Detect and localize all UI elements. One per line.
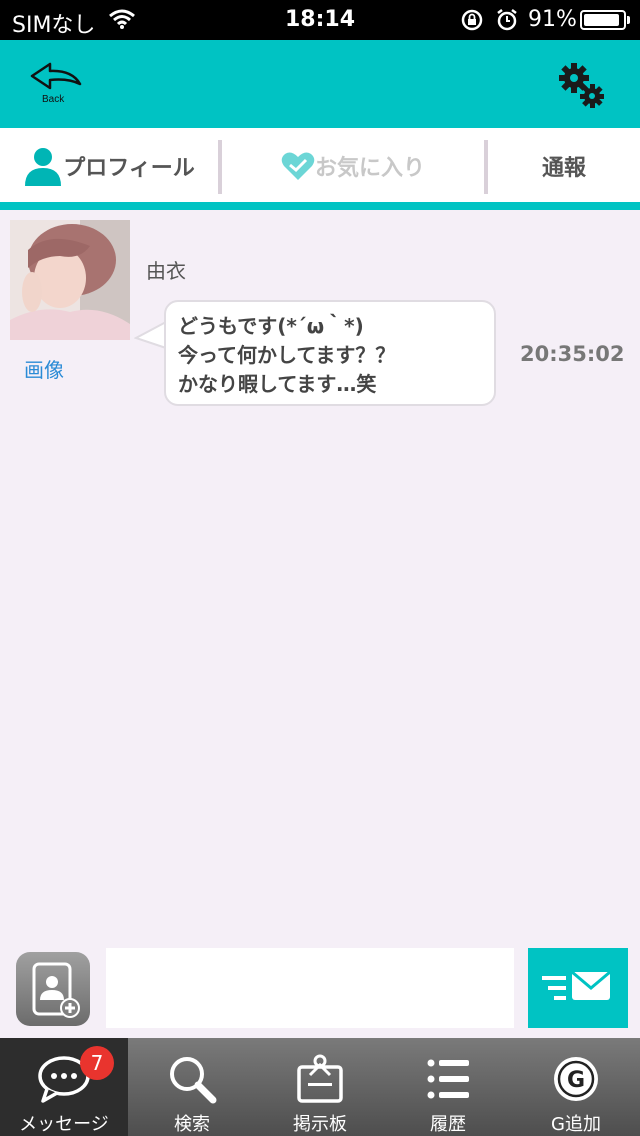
message-timestamp: 20:35:02 [520,342,625,366]
avatar-photo [10,220,130,340]
back-arrow-icon [30,62,82,90]
heart-check-icon [281,152,315,180]
bottom-nav: 7 メッセージ 検索 掲示板 履歴 G G追加 [0,1038,640,1136]
tab-report[interactable]: 通報 [488,128,640,204]
header-bar: Back [0,40,640,128]
list-icon [427,1059,469,1099]
sender-name: 由衣 [146,259,186,283]
nav-history-label: 履歴 [430,1114,466,1135]
tab-profile[interactable]: プロフィール [0,128,218,204]
nav-board[interactable]: 掲示板 [256,1038,384,1136]
message-line: 今って何かしてます？？ [178,343,396,367]
message-line: どうもです(*´ω｀*) [178,314,364,338]
tab-favorite[interactable]: お気に入り [222,128,484,204]
avatar[interactable] [10,220,130,340]
unread-badge: 7 [80,1046,114,1080]
nav-search-label: 検索 [174,1114,210,1135]
nav-g-add-label: G追加 [551,1114,601,1135]
settings-button[interactable] [554,60,610,112]
nav-messages-label: メッセージ [19,1114,109,1135]
message-bubble[interactable]: どうもです(*´ω｀*) 今って何かしてます？？ かなり暇してます…笑 [164,300,496,406]
nav-search[interactable]: 検索 [128,1038,256,1136]
add-photo-icon [32,962,80,1018]
person-icon [25,148,62,186]
status-bar: SIMなし 18:14 91% [0,0,640,40]
alarm-icon [497,9,517,31]
gears-icon [559,63,604,108]
tab-underline [0,202,640,210]
bubble-tail [134,321,167,349]
battery-tip [627,16,630,24]
send-button[interactable] [528,948,628,1028]
nav-messages[interactable]: 7 メッセージ [0,1038,128,1136]
svg-text:G: G [567,1068,585,1093]
add-photo-button[interactable] [16,952,90,1026]
message-line: かなり暇してます…笑 [178,372,377,396]
send-mail-icon [542,970,611,1000]
message-input[interactable] [106,948,514,1028]
battery-fill [584,14,619,26]
nav-g-add[interactable]: G G追加 [512,1038,640,1136]
tab-profile-label: プロフィール [63,156,195,181]
rotation-lock-icon [461,9,483,31]
profile-tab-bar: プロフィール お気に入り 通報 [0,128,640,204]
battery-percent: 91% [528,7,577,32]
g-coin-icon: G [554,1057,598,1101]
tab-favorite-label: お気に入り [314,156,425,181]
chat-area[interactable]: 画像 由衣 どうもです(*´ω｀*) 今って何かしてます？？ かなり暇してます…… [0,210,640,938]
search-icon [170,1057,217,1104]
nav-board-label: 掲示板 [293,1114,347,1135]
image-link[interactable]: 画像 [24,354,64,383]
back-label: Back [42,94,65,105]
tab-report-label: 通報 [541,156,586,181]
nav-history[interactable]: 履歴 [384,1038,512,1136]
clipboard-icon [297,1054,343,1103]
battery-icon [580,10,626,30]
